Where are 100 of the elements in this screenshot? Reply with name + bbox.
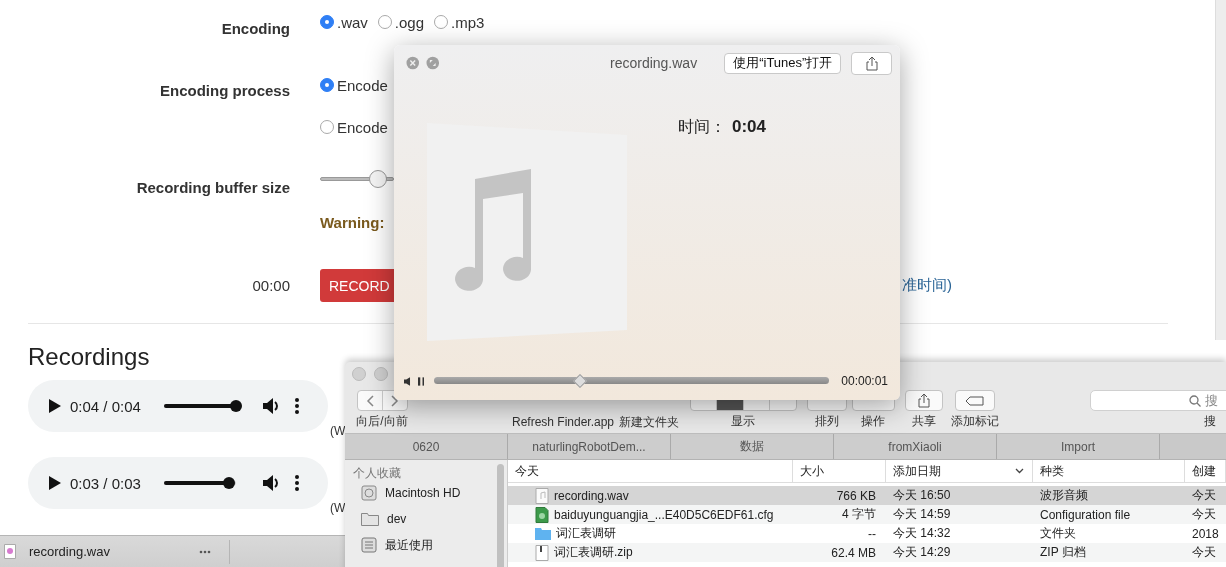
download-file-name[interactable]: recording.wav xyxy=(29,544,179,559)
radio-button[interactable] xyxy=(434,15,449,29)
file-kind: 波形音频 xyxy=(1039,487,1089,504)
pause-icon[interactable] xyxy=(417,375,425,387)
field-label: Encoding process xyxy=(158,81,290,101)
sidebar-item[interactable]: 最近使用 xyxy=(385,536,433,554)
scrollbar[interactable] xyxy=(1215,0,1226,340)
folder-tab[interactable]: fromXiaoli xyxy=(834,434,997,459)
section-heading: Recordings xyxy=(28,342,151,372)
date-added: 今天 14:32 xyxy=(892,525,952,542)
duration-value: 0:04 xyxy=(732,117,767,137)
volume-icon[interactable] xyxy=(404,375,412,387)
slider-thumb[interactable] xyxy=(222,477,235,489)
scrollbar-thumb[interactable] xyxy=(497,464,504,567)
time-zone-text: 准时间) xyxy=(902,276,952,295)
toolbar-label: 操作 xyxy=(861,414,885,428)
file-size: 62.4 MB xyxy=(830,545,877,560)
search-field[interactable]: 搜 xyxy=(1090,390,1226,411)
sidebar-heading: 个人收藏 xyxy=(352,465,402,480)
field-label: 00:00 xyxy=(251,276,290,295)
more-icon[interactable] xyxy=(293,397,300,415)
more-icon[interactable] xyxy=(293,474,300,492)
file-row[interactable]: 词汇表调研.zip 62.4 MB 今天 14:29 ZIP 归档 今天 xyxy=(508,543,1226,562)
date-created: 今天 xyxy=(1191,544,1217,561)
slider-thumb[interactable] xyxy=(229,400,242,412)
file-row[interactable]: 词汇表调研 -- 今天 14:32 文件夹 2018 xyxy=(508,524,1226,543)
option-label: .wav xyxy=(337,13,368,31)
recording-info: (W xyxy=(330,424,346,438)
zip-file-icon xyxy=(535,544,549,561)
sidebar-item[interactable]: dev xyxy=(387,512,407,526)
audio-player[interactable]: 0:04 / 0:04 xyxy=(28,380,328,432)
column-header[interactable]: 今天 xyxy=(508,460,793,482)
share-button[interactable] xyxy=(851,51,892,75)
folder-icon xyxy=(535,527,551,540)
share-icon xyxy=(918,393,930,408)
column-header[interactable]: 创建 xyxy=(1185,460,1226,482)
record-button[interactable]: RECORD xyxy=(320,269,394,302)
file-name: baiduyunguangjia_...E40D5C6EDF61.cfg xyxy=(554,507,774,522)
audio-player[interactable]: 0:03 / 0:03 xyxy=(28,457,328,509)
toolbar-label: Refresh Finder.app xyxy=(511,415,615,429)
radio-button[interactable] xyxy=(377,15,392,29)
window-title: recording.wav xyxy=(610,55,699,71)
radio-button[interactable] xyxy=(320,120,334,134)
file-kind: 文件夹 xyxy=(1039,525,1077,542)
toolbar-label: 显示 xyxy=(731,414,755,428)
toolbar-label: 添加标记 xyxy=(951,414,999,428)
audio-file-icon xyxy=(4,544,16,559)
field-label: Recording buffer size xyxy=(135,178,290,198)
date-created: 今天 xyxy=(1191,506,1217,523)
folder-tab[interactable]: 数据 xyxy=(671,434,834,459)
fullscreen-icon[interactable] xyxy=(425,56,439,70)
file-size: 4 字节 xyxy=(841,506,877,523)
column-header[interactable]: 种类 xyxy=(1033,460,1185,482)
radio-button[interactable] xyxy=(320,15,334,29)
warning-text: Warning: xyxy=(320,213,386,233)
folder-icon xyxy=(361,512,379,526)
toolbar-label: 排列 xyxy=(815,414,839,428)
option-label: .mp3 xyxy=(451,13,485,31)
slider-thumb[interactable] xyxy=(368,170,387,188)
play-icon[interactable] xyxy=(48,475,62,491)
folder-tab[interactable]: naturlingRobotDem... xyxy=(508,434,671,459)
file-name: 词汇表调研.zip xyxy=(554,544,633,561)
audio-file-icon xyxy=(535,487,549,504)
file-row[interactable]: recording.wav 766 KB 今天 16:50 波形音频 今天 xyxy=(508,486,1226,505)
tag-button[interactable] xyxy=(955,390,995,411)
play-icon[interactable] xyxy=(48,398,62,414)
date-added: 今天 16:50 xyxy=(892,487,952,504)
date-added: 今天 14:29 xyxy=(892,544,952,561)
file-size: -- xyxy=(867,526,877,541)
folder-tab[interactable]: Import xyxy=(997,434,1160,459)
slider-track[interactable] xyxy=(320,170,394,188)
recording-info: (W xyxy=(330,501,346,515)
file-kind: ZIP 归档 xyxy=(1039,544,1087,561)
option-label: Encode xyxy=(337,118,388,136)
elapsed-time: 00:00:01 xyxy=(841,374,888,388)
date-added: 今天 14:59 xyxy=(892,506,952,523)
field-label: Encoding xyxy=(220,19,290,39)
tag-icon xyxy=(965,395,985,406)
hard-disk-icon xyxy=(361,485,377,501)
column-header[interactable]: 大小 xyxy=(793,460,886,482)
toolbar-label: 共享 xyxy=(912,414,936,428)
share-icon xyxy=(865,55,878,71)
option-label: .ogg xyxy=(394,13,425,31)
duration-label: 时间： xyxy=(678,116,726,137)
window-control[interactable] xyxy=(374,366,388,381)
column-header[interactable]: 添加日期 xyxy=(886,460,1033,482)
open-with-button[interactable]: 使用“iTunes”打开 xyxy=(724,52,842,74)
file-name: 词汇表调研 xyxy=(556,525,616,542)
toolbar-label: 向后/向前 xyxy=(356,414,408,428)
share-button[interactable] xyxy=(905,390,943,411)
file-name: recording.wav xyxy=(554,488,629,503)
window-control[interactable] xyxy=(352,366,366,381)
close-icon[interactable] xyxy=(406,56,420,70)
sidebar-item[interactable]: Macintosh HD xyxy=(385,486,461,500)
file-row[interactable]: baiduyunguangjia_...E40D5C6EDF61.cfg 4 字节 今天 14:59 Configuration file 今天 xyxy=(508,505,1226,524)
date-created: 今天 xyxy=(1191,487,1217,504)
folder-tab[interactable]: 0620 xyxy=(345,434,508,459)
radio-button[interactable] xyxy=(320,78,334,92)
date-created: 2018 xyxy=(1191,526,1220,541)
option-label: Encode xyxy=(337,76,388,94)
